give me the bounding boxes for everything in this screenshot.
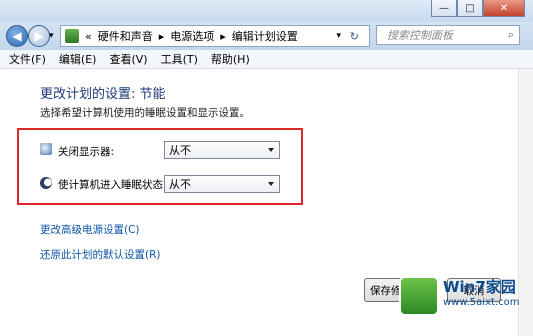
back-arrow-icon: ◀ (12, 29, 22, 43)
address-dropdown-icon[interactable]: ▾ (336, 31, 341, 41)
search-input[interactable]: 搜索控制面板 ⌕ (376, 25, 520, 45)
house-logo-icon (401, 278, 437, 314)
forward-arrow-icon: ▶ (34, 29, 44, 43)
breadcrumb-edit-plan[interactable]: 编辑计划设置 (232, 28, 298, 44)
watermark-title: Win7家园 (443, 278, 516, 296)
watermark-logo: Win7家园 www.5aixt.com (395, 270, 533, 336)
window-titlebar: — □ ✕ (0, 0, 533, 22)
menu-file[interactable]: 文件(F) (9, 51, 46, 67)
refresh-icon[interactable]: ↻ (350, 30, 359, 43)
address-toolbar: ◀ ▶ ▾ « 硬件和声音 ▸ 电源选项 ▸ 编辑计划设置 ▾ ↻ 搜索控制面板… (0, 22, 533, 50)
highlight-box (17, 128, 303, 205)
window-controls: — □ ✕ (431, 0, 525, 17)
chevron-down-icon (268, 148, 274, 152)
menu-help[interactable]: 帮助(H) (211, 51, 250, 67)
search-placeholder: 搜索控制面板 (387, 29, 453, 42)
maximize-button[interactable]: □ (457, 0, 483, 17)
close-button[interactable]: ✕ (483, 0, 525, 17)
breadcrumb-hardware-sound[interactable]: 硬件和声音 (98, 28, 153, 44)
menu-tools[interactable]: 工具(T) (161, 51, 198, 67)
page-title: 更改计划的设置: 节能 (40, 87, 166, 102)
minimize-button[interactable]: — (431, 0, 457, 17)
sleep-label: 使计算机进入睡眠状态: (58, 179, 167, 191)
watermark-url: www.5aixt.com (443, 297, 520, 308)
breadcrumb-power-options[interactable]: 电源选项 (170, 28, 214, 44)
chevron-down-icon (268, 182, 274, 186)
menu-edit[interactable]: 编辑(E) (59, 51, 97, 67)
sleep-select[interactable]: 从不 (164, 175, 280, 193)
breadcrumb-separator[interactable]: ▸ (159, 30, 165, 43)
display-off-value: 从不 (169, 144, 191, 157)
breadcrumb-overflow[interactable]: « (85, 30, 92, 43)
moon-icon (40, 177, 52, 189)
page-subtitle: 选择希望计算机使用的睡眠设置和显示设置。 (40, 107, 250, 119)
advanced-settings-link[interactable]: 更改高级电源设置(C) (40, 222, 140, 237)
address-bar[interactable]: « 硬件和声音 ▸ 电源选项 ▸ 编辑计划设置 ▾ ↻ (60, 25, 370, 47)
restore-defaults-link[interactable]: 还原此计划的默认设置(R) (40, 247, 161, 262)
sleep-value: 从不 (169, 178, 191, 191)
monitor-icon (40, 143, 52, 155)
control-panel-icon (65, 29, 79, 43)
menu-bar: 文件(F) 编辑(E) 查看(V) 工具(T) 帮助(H) (0, 50, 533, 69)
display-off-label: 关闭显示器: (58, 146, 115, 158)
forward-button[interactable]: ▶ (28, 25, 50, 47)
display-off-select[interactable]: 从不 (164, 141, 280, 159)
back-button[interactable]: ◀ (6, 25, 28, 47)
menu-view[interactable]: 查看(V) (109, 51, 147, 67)
recent-pages-dropdown[interactable]: ▾ (49, 31, 54, 41)
search-icon[interactable]: ⌕ (508, 28, 514, 42)
breadcrumb-separator[interactable]: ▸ (220, 30, 226, 43)
